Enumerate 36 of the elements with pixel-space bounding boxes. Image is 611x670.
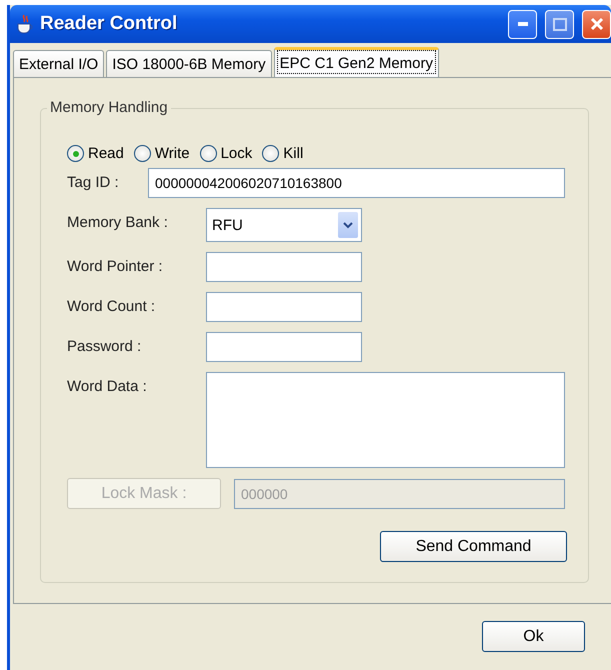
- field-label: Memory Bank :: [67, 213, 169, 231]
- field-label: Word Count :: [67, 297, 156, 315]
- maximize-icon: [552, 18, 566, 30]
- radio-label: Kill: [283, 145, 304, 162]
- field-label: Word Data :: [67, 377, 148, 395]
- window-title: Reader Control: [40, 13, 178, 35]
- chevron-down-icon: [343, 222, 353, 228]
- field-label: Password :: [67, 337, 142, 355]
- radio-button[interactable]: [200, 145, 217, 162]
- input-field[interactable]: [206, 332, 362, 362]
- radio-label: Read: [88, 145, 124, 162]
- ok-button[interactable]: Ok: [482, 621, 585, 652]
- coffee-cup-icon: [16, 14, 34, 34]
- tab[interactable]: ISO 18000-6B Memory: [106, 50, 272, 77]
- close-icon: [590, 17, 604, 31]
- radio-label: Write: [154, 145, 190, 162]
- input-field[interactable]: [206, 292, 362, 322]
- close-button[interactable]: [582, 10, 611, 38]
- radio-button[interactable]: [262, 145, 280, 162]
- input-field[interactable]: [206, 252, 362, 282]
- minimize-button[interactable]: [508, 10, 537, 38]
- field-label: Tag ID :: [67, 173, 120, 191]
- tag-id-field[interactable]: 000000042006020710163800: [148, 168, 565, 198]
- memory-bank-dropdown[interactable]: RFU: [206, 208, 362, 242]
- minimize-icon: [518, 22, 528, 26]
- group-title: Memory Handling: [47, 99, 171, 116]
- maximize-button[interactable]: [545, 10, 574, 38]
- tab[interactable]: EPC C1 Gen2 Memory: [274, 47, 439, 77]
- tab[interactable]: External I/O: [13, 50, 104, 77]
- radio-button[interactable]: [67, 145, 84, 162]
- dropdown-button[interactable]: [338, 212, 358, 238]
- field-label: Word Pointer :: [67, 257, 164, 275]
- word-data-field[interactable]: [206, 372, 565, 468]
- send-command-button[interactable]: Send Command: [380, 531, 567, 562]
- radio-label: Lock: [220, 145, 252, 162]
- radio-button[interactable]: [134, 145, 151, 162]
